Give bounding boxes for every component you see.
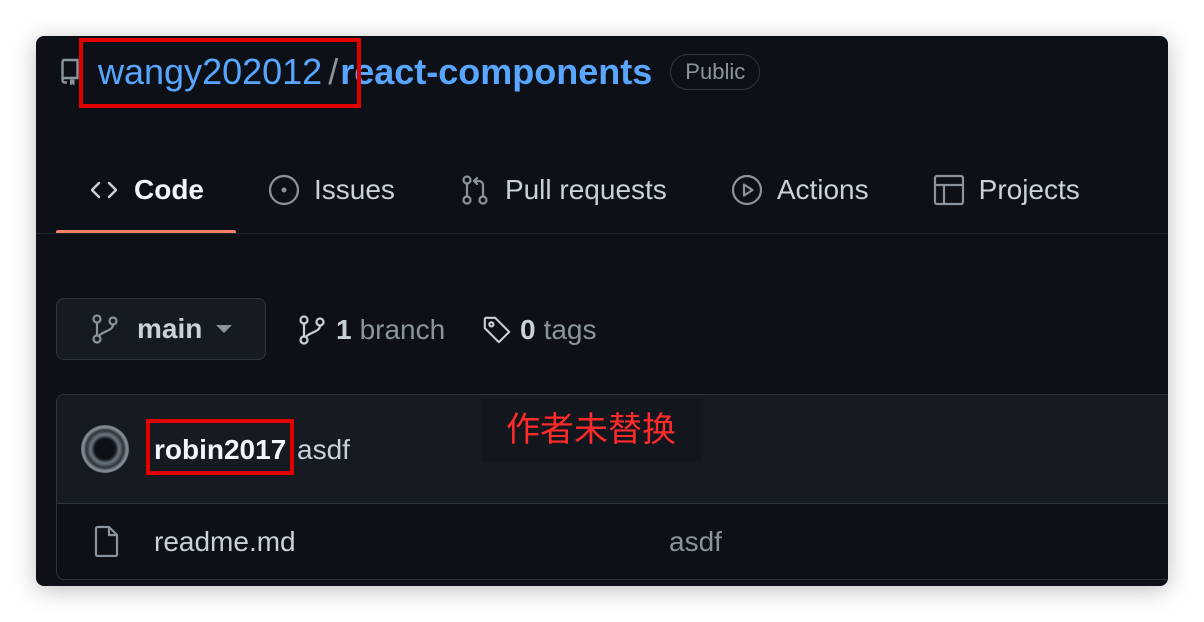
branches-link[interactable]: 1 branch [298, 310, 445, 350]
tab-code[interactable]: Code [56, 146, 236, 234]
file-commit-message-link[interactable]: asdf [669, 525, 722, 559]
repo-header: wangy202012 / react-components Public [58, 51, 761, 92]
tab-projects[interactable]: Projects [901, 146, 1112, 234]
current-branch-label: main [137, 313, 203, 344]
annotation-label: 作者未替换 [481, 399, 701, 461]
branch-label: branch [359, 314, 446, 345]
tab-label: Actions [776, 174, 869, 205]
file-row[interactable]: readme.md asdf [57, 503, 1168, 581]
repo-owner-link[interactable]: wangy202012 [94, 52, 326, 92]
branch-count: 1 [336, 314, 352, 345]
tag-count: 0 [520, 314, 536, 345]
table-icon [933, 174, 965, 206]
play-icon [731, 174, 763, 206]
repo-name-link[interactable]: react-components [340, 52, 652, 92]
path-separator: / [328, 51, 339, 92]
repo-nav-tabs: Code Issues Pull requests Actions Projec… [56, 146, 1112, 234]
tag-icon [482, 314, 512, 346]
branch-select-button[interactable]: main [56, 298, 266, 360]
tag-label: tags [543, 314, 597, 345]
tab-label: Issues [314, 174, 395, 205]
file-list-box: robin2017 asdf 作者未替换 readme.md asdf [56, 394, 1168, 580]
tab-label: Projects [978, 174, 1080, 205]
tab-label: Code [134, 174, 204, 205]
git-branch-icon [91, 313, 121, 345]
latest-commit-row: robin2017 asdf 作者未替换 [57, 395, 1168, 504]
tags-link[interactable]: 0 tags [482, 310, 597, 350]
file-name-link[interactable]: readme.md [154, 525, 296, 559]
tab-label: Pull requests [504, 174, 667, 205]
issue-opened-icon [268, 174, 300, 206]
avatar[interactable] [81, 425, 129, 473]
tab-pull-requests[interactable]: Pull requests [427, 146, 699, 234]
tab-actions[interactable]: Actions [699, 146, 901, 234]
commit-message-link[interactable]: asdf [297, 433, 350, 467]
git-branch-icon [298, 314, 328, 346]
visibility-badge: Public [670, 54, 761, 90]
repo-window: wangy202012 / react-components Public Co… [36, 36, 1168, 586]
tabs-divider [36, 233, 1168, 234]
tab-issues[interactable]: Issues [236, 146, 427, 234]
repo-icon [58, 57, 82, 87]
file-icon [93, 525, 119, 558]
git-pull-request-icon [459, 174, 491, 206]
code-icon [88, 174, 120, 206]
chevron-down-icon [216, 325, 233, 333]
commit-author-link[interactable]: robin2017 [154, 433, 286, 467]
